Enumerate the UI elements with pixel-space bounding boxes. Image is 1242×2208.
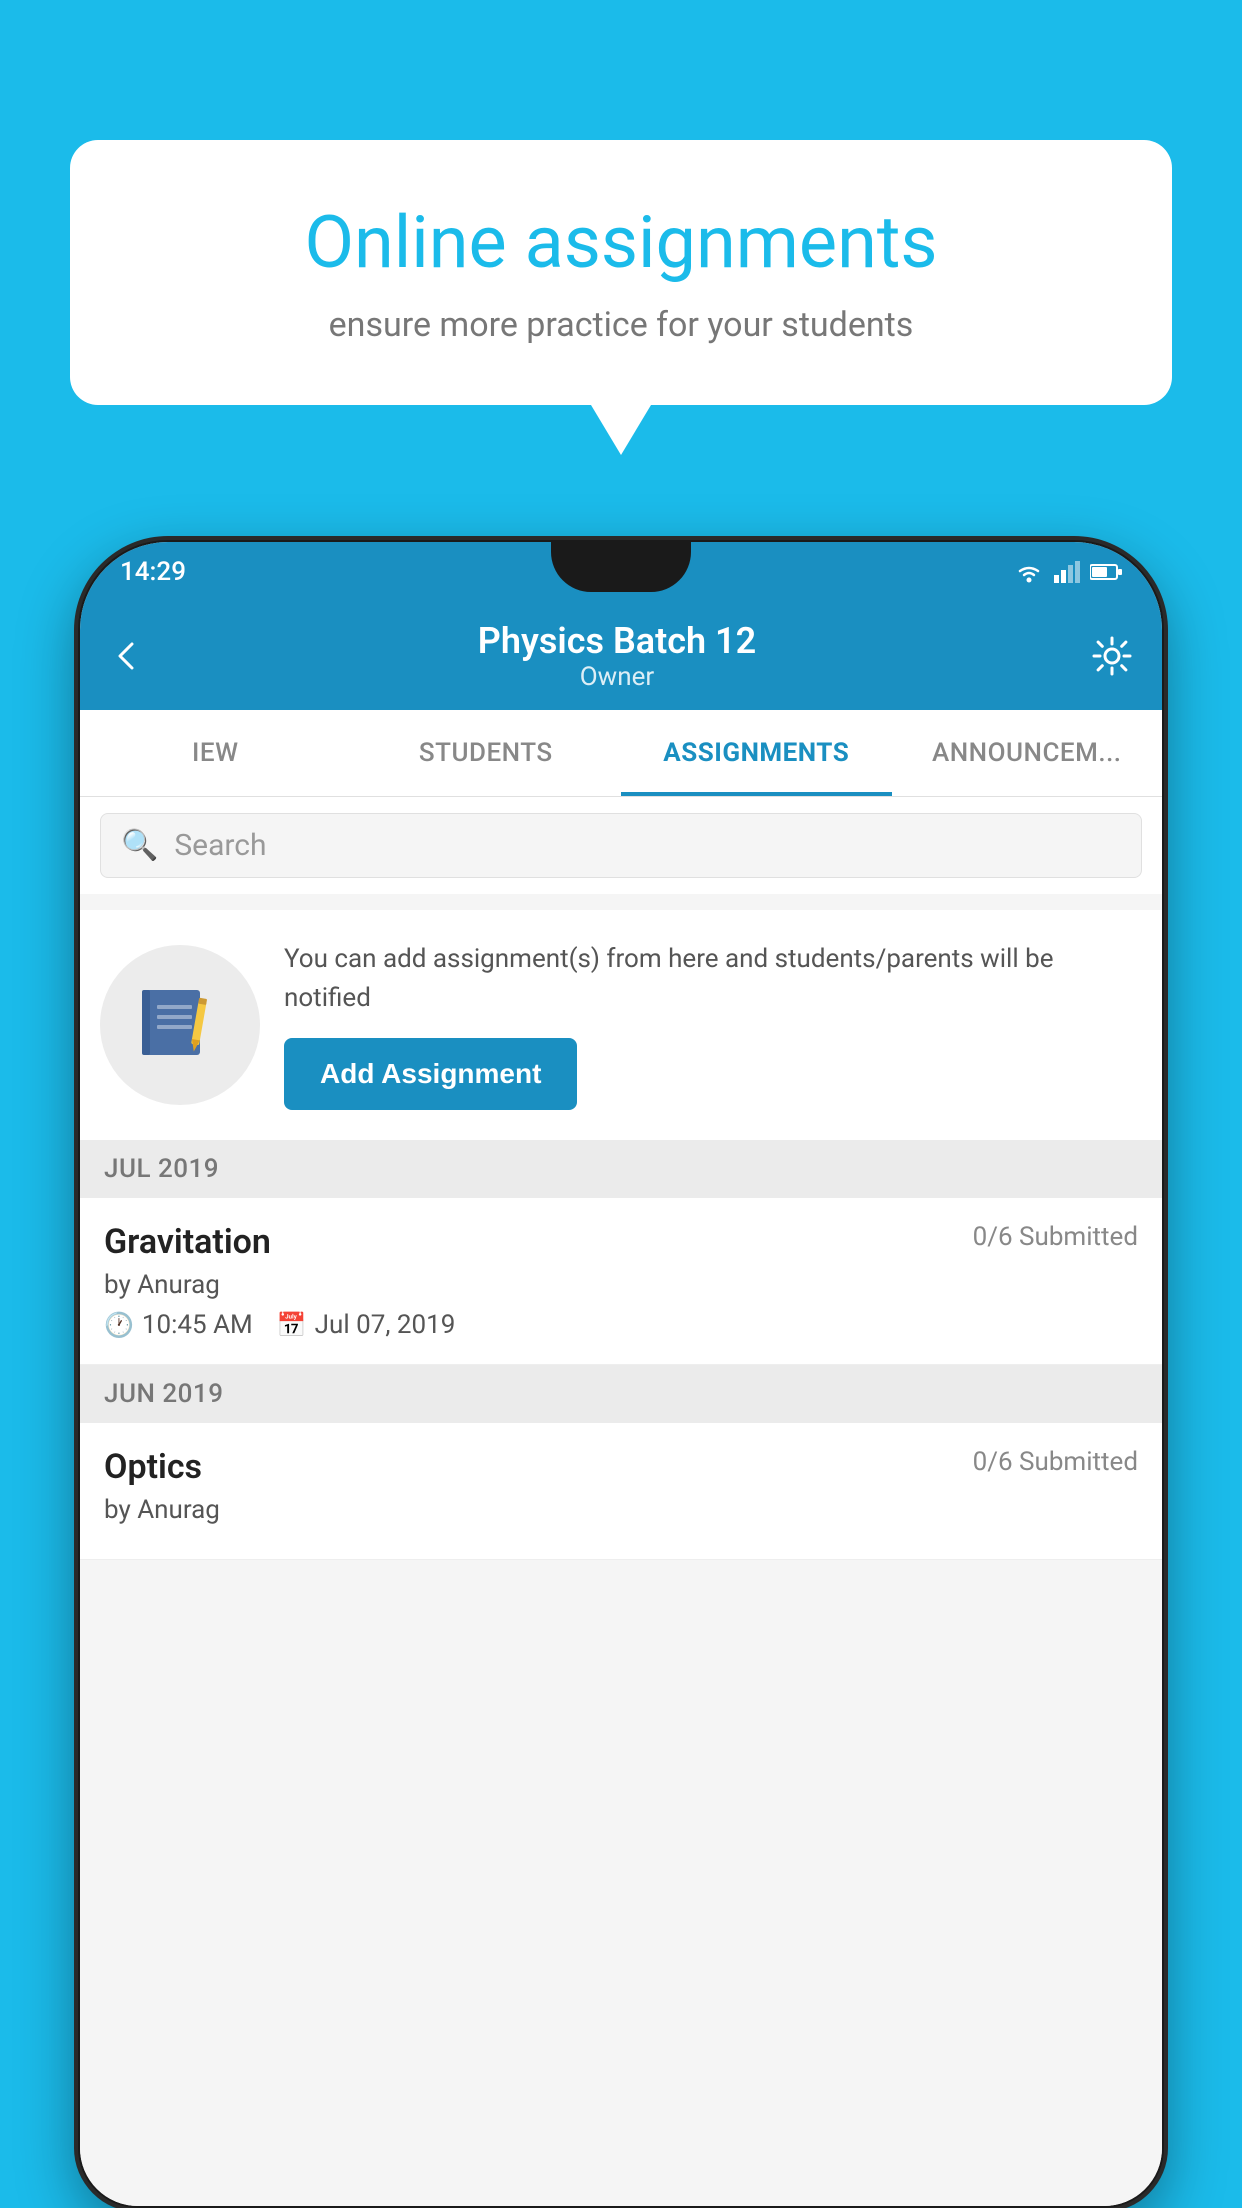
speech-bubble-arrow — [591, 405, 651, 455]
header-subtitle: Owner — [142, 662, 1092, 692]
tab-iew[interactable]: IEW — [80, 710, 351, 796]
notebook-icon — [135, 980, 225, 1070]
header-center: Physics Batch 12 Owner — [142, 620, 1092, 692]
calendar-icon: 📅 — [277, 1311, 307, 1339]
search-bar-container: 🔍 Search — [80, 797, 1162, 894]
assignment-meta-gravitation: 🕐 10:45 AM 📅 Jul 07, 2019 — [104, 1310, 1138, 1340]
assignment-submitted-gravitation: 0/6 Submitted — [973, 1222, 1138, 1252]
content-area: 🔍 Search — [80, 797, 1162, 2206]
app-header: Physics Batch 12 Owner — [80, 602, 1162, 710]
meta-time-gravitation: 🕐 10:45 AM — [104, 1310, 253, 1340]
promo-text-area: You can add assignment(s) from here and … — [284, 940, 1132, 1110]
search-bar[interactable]: 🔍 Search — [100, 813, 1142, 878]
meta-date-gravitation: 📅 Jul 07, 2019 — [277, 1310, 456, 1340]
header-title: Physics Batch 12 — [142, 620, 1092, 662]
promo-icon-circle — [100, 945, 260, 1105]
notch — [551, 542, 691, 592]
tab-students[interactable]: STUDENTS — [351, 710, 622, 796]
tabs-bar: IEW STUDENTS ASSIGNMENTS ANNOUNCEM... — [80, 710, 1162, 797]
speech-bubble: Online assignments ensure more practice … — [70, 140, 1172, 405]
assignment-name-optics: Optics — [104, 1447, 202, 1487]
assignment-by-gravitation: by Anurag — [104, 1270, 1138, 1300]
speech-bubble-title: Online assignments — [140, 200, 1102, 285]
speech-bubble-subtitle: ensure more practice for your students — [140, 305, 1102, 345]
wifi-icon — [1014, 561, 1044, 583]
time-value-gravitation: 10:45 AM — [142, 1310, 253, 1340]
phone-frame: 14:29 — [78, 540, 1164, 2208]
assignment-by-optics: by Anurag — [104, 1495, 1138, 1525]
promo-description: You can add assignment(s) from here and … — [284, 940, 1132, 1018]
assignment-item-gravitation[interactable]: Gravitation 0/6 Submitted by Anurag 🕐 10… — [80, 1198, 1162, 1365]
signal-icon — [1054, 561, 1080, 583]
status-icons — [1014, 561, 1122, 583]
section-jul-2019: JUL 2019 — [80, 1140, 1162, 1198]
assignment-submitted-optics: 0/6 Submitted — [973, 1447, 1138, 1477]
clock-icon: 🕐 — [104, 1311, 134, 1339]
gear-icon[interactable] — [1092, 636, 1132, 676]
back-arrow-icon[interactable] — [110, 640, 142, 672]
search-icon: 🔍 — [121, 828, 158, 863]
tab-announcements[interactable]: ANNOUNCEM... — [892, 710, 1163, 796]
assignment-name-gravitation: Gravitation — [104, 1222, 271, 1262]
add-assignment-button[interactable]: Add Assignment — [284, 1038, 577, 1110]
phone-inner: 14:29 — [80, 542, 1162, 2206]
search-placeholder: Search — [174, 828, 266, 863]
status-bar: 14:29 — [80, 542, 1162, 602]
status-time: 14:29 — [120, 557, 186, 587]
promo-card: You can add assignment(s) from here and … — [80, 910, 1162, 1140]
battery-icon — [1090, 562, 1122, 582]
assignment-row-top-optics: Optics 0/6 Submitted — [104, 1447, 1138, 1487]
speech-bubble-container: Online assignments ensure more practice … — [70, 140, 1172, 455]
tab-assignments[interactable]: ASSIGNMENTS — [621, 710, 892, 796]
assignment-item-optics[interactable]: Optics 0/6 Submitted by Anurag — [80, 1423, 1162, 1560]
assignment-row-top: Gravitation 0/6 Submitted — [104, 1222, 1138, 1262]
date-value-gravitation: Jul 07, 2019 — [315, 1310, 456, 1340]
section-jun-2019: JUN 2019 — [80, 1365, 1162, 1423]
